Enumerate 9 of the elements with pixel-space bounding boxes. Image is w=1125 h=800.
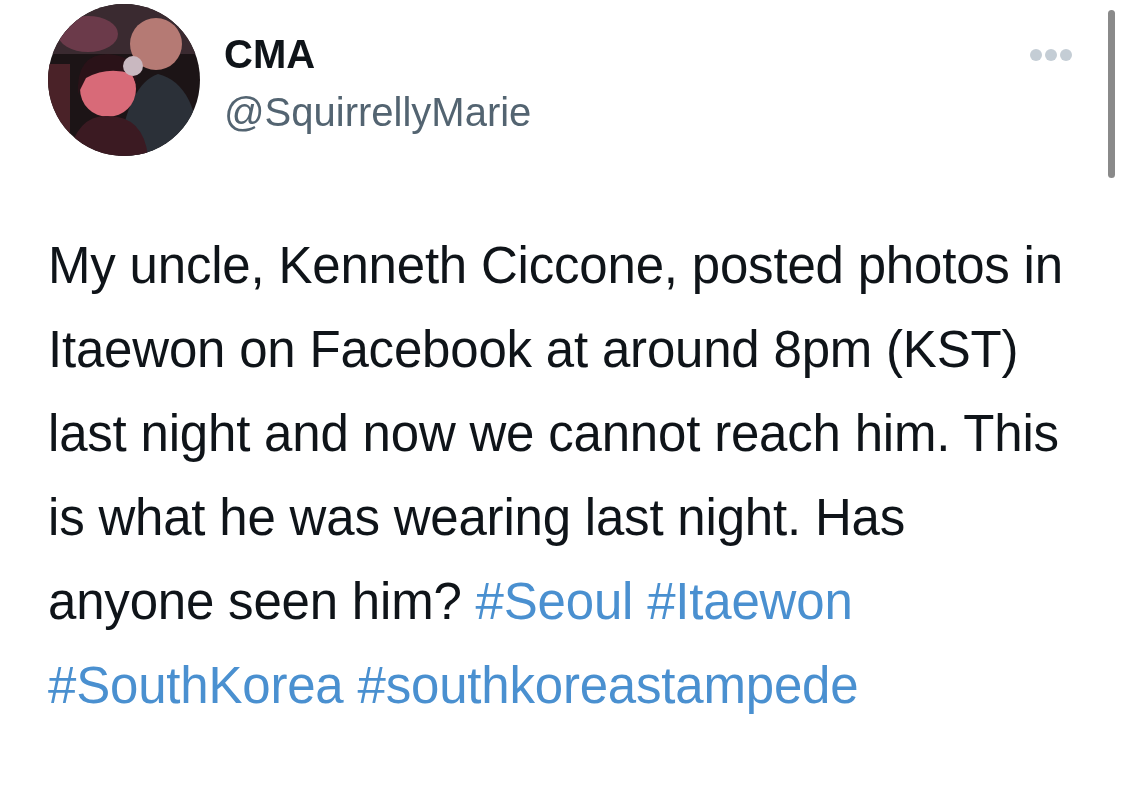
author-name: CMA [224,32,316,76]
scrollbar[interactable] [1108,10,1115,178]
hashtag-link[interactable]: #SouthKorea [48,657,344,714]
hashtag-link[interactable]: #southkoreastampede [357,657,859,714]
hashtag-link[interactable]: #Seoul [475,573,634,630]
tweet-text: My uncle, Kenneth Ciccone, posted photos in Itaewon on Facebook at around 8pm (KST) last night and now we cannot reach him. This is what he was wearing last night. Has anyone seen him? #Seoul #Itaewon #SouthKorea #southkoreastampede [48,236,1064,716]
more-options-icon[interactable] [1029,48,1073,62]
hashtag-link[interactable]: #Itaewon [647,573,853,630]
author-handle: @SquirrellyMarie [224,90,532,134]
